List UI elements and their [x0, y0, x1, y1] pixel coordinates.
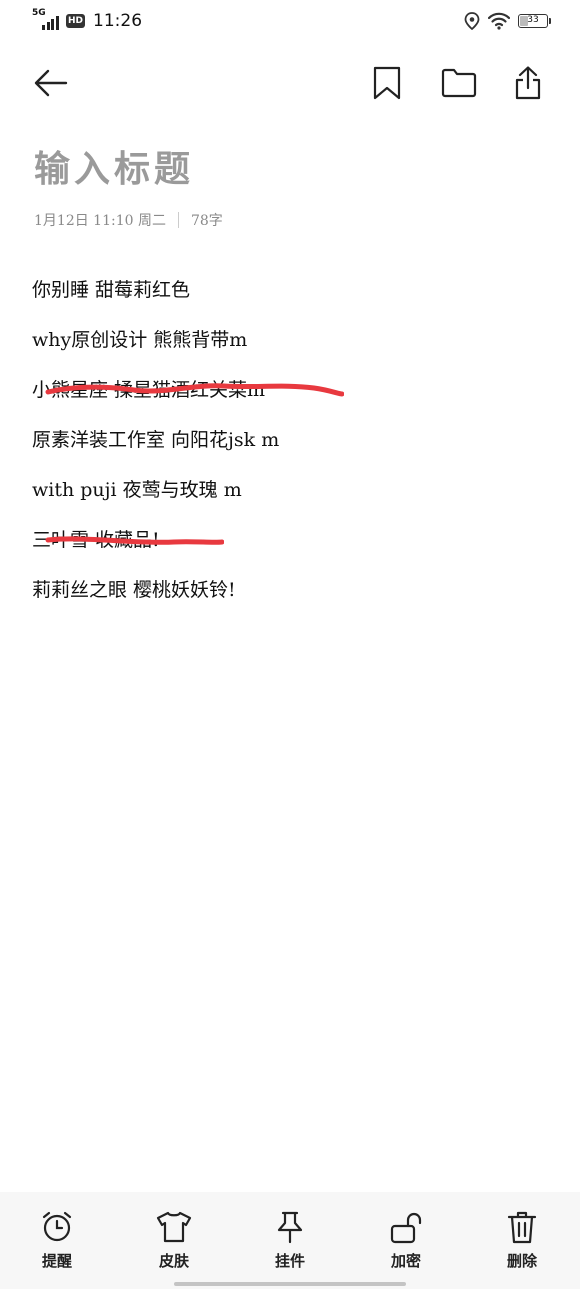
pin-label: 挂件	[274, 1252, 305, 1270]
status-left: 5G HD 11:26	[32, 8, 143, 32]
trash-icon	[507, 1211, 537, 1244]
share-button[interactable]	[505, 60, 551, 106]
note-date: 1月12日 11:10 周二	[34, 213, 166, 229]
delete-label: 删除	[506, 1252, 537, 1270]
cellular-signal-icon: 5G	[32, 8, 62, 32]
note-title-input[interactable]: 输入标题	[34, 140, 194, 192]
note-line-text: 你别睡 甜莓莉红色	[32, 279, 191, 301]
word-count: 78字	[190, 213, 223, 229]
note-line-text: 莉莉丝之眼 樱桃妖妖铃!	[32, 579, 236, 601]
note-line[interactable]: 你别睡 甜莓莉红色	[32, 270, 552, 320]
skin-button[interactable]: 皮肤	[144, 1210, 204, 1271]
encrypt-label: 加密	[390, 1252, 421, 1270]
hd-badge: HD	[66, 14, 86, 28]
note-line-text: 原素洋装工作室 向阳花jsk m	[32, 429, 280, 451]
note-line[interactable]: 莉莉丝之眼 樱桃妖妖铃!	[32, 570, 552, 620]
skin-label: 皮肤	[158, 1252, 189, 1270]
location-icon	[464, 12, 480, 30]
wifi-icon	[488, 12, 510, 30]
share-icon	[515, 66, 541, 100]
note-meta: 1月12日 11:10 周二 78字	[34, 210, 223, 230]
pin-icon	[277, 1211, 303, 1244]
note-body[interactable]: 你别睡 甜莓莉红色 why原创设计 熊熊背带m 小熊星座 揉星猫酒红关菜m 原素…	[32, 270, 552, 620]
note-line-text: why原创设计 熊熊背带m	[32, 329, 248, 351]
bookmark-button[interactable]	[364, 60, 410, 106]
note-line-text: 小熊星座 揉星猫酒红关菜m	[32, 379, 266, 401]
alarm-clock-icon	[42, 1211, 72, 1242]
back-button[interactable]	[28, 60, 74, 106]
bookmark-icon	[373, 66, 401, 100]
note-line[interactable]: why原创设计 熊熊背带m	[32, 320, 552, 370]
status-bar: 5G HD 11:26 33	[0, 0, 580, 44]
meta-divider	[177, 212, 179, 228]
note-line-text: 三叶雪 收藏品!	[32, 529, 160, 551]
folder-button[interactable]	[436, 60, 482, 106]
note-line-text: with puji 夜莺与玫瑰 m	[32, 479, 242, 501]
unlock-icon	[390, 1212, 422, 1244]
remind-label: 提醒	[41, 1252, 72, 1270]
tshirt-icon	[156, 1211, 192, 1243]
folder-icon	[441, 68, 477, 98]
status-right: 33	[456, 12, 551, 30]
note-line[interactable]: 小熊星座 揉星猫酒红关菜m	[32, 370, 552, 420]
clock: 11:26	[93, 11, 143, 31]
delete-button[interactable]: 删除	[492, 1210, 552, 1271]
pin-button[interactable]: 挂件	[260, 1210, 320, 1271]
encrypt-button[interactable]: 加密	[376, 1210, 436, 1271]
note-line[interactable]: 原素洋装工作室 向阳花jsk m	[32, 420, 552, 470]
bottom-action-bar: 提醒 皮肤 挂件 加密 删除	[0, 1192, 580, 1289]
home-indicator[interactable]	[174, 1282, 406, 1286]
remind-button[interactable]: 提醒	[27, 1210, 87, 1271]
back-arrow-icon	[34, 69, 68, 97]
note-line[interactable]: 三叶雪 收藏品!	[32, 520, 552, 570]
note-toolbar	[0, 60, 580, 106]
note-line[interactable]: with puji 夜莺与玫瑰 m	[32, 470, 552, 520]
battery-icon: 33	[518, 14, 551, 28]
battery-level: 33	[527, 15, 539, 25]
